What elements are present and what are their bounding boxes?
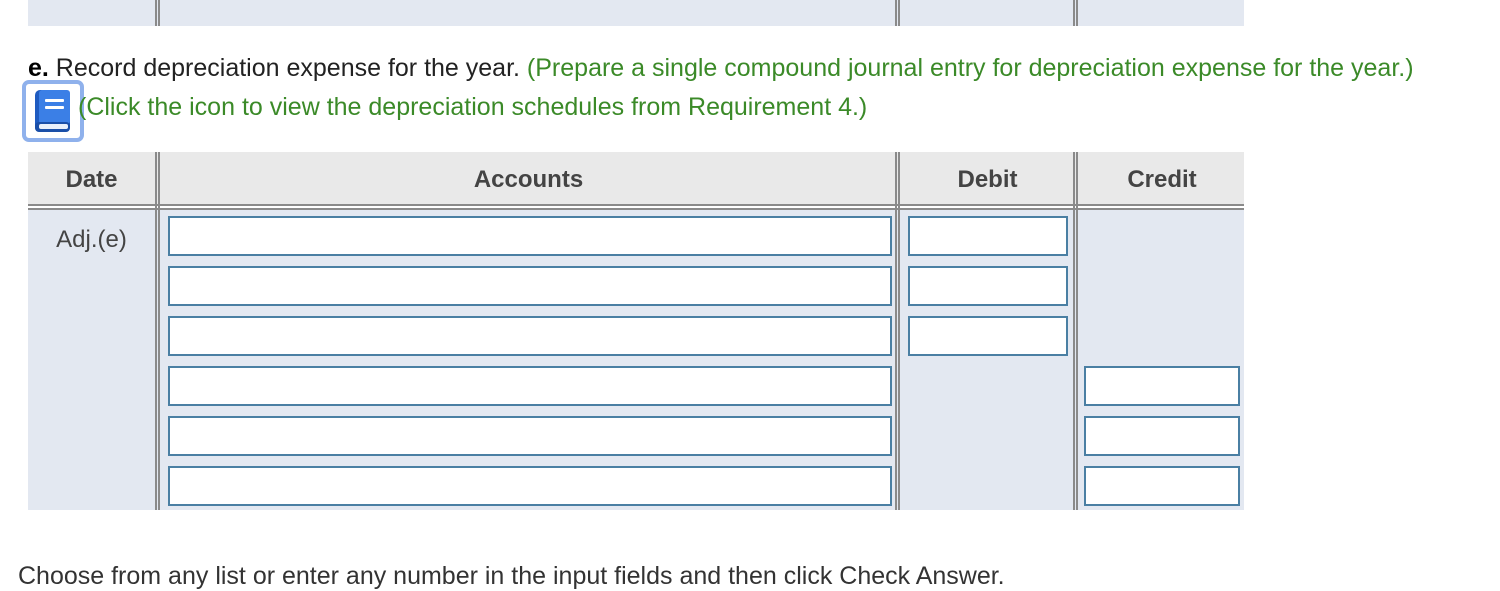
date-column-header: Date <box>65 166 118 193</box>
view-schedules-button[interactable] <box>22 80 84 142</box>
account-input-3[interactable] <box>168 316 892 356</box>
account-input-4[interactable] <box>168 366 892 406</box>
debit-input-1[interactable] <box>908 216 1068 256</box>
column-divider <box>895 152 900 510</box>
previous-table-remnant <box>28 0 1244 26</box>
column-divider <box>1073 152 1078 510</box>
credit-input-2[interactable] <box>1084 416 1240 456</box>
account-input-2[interactable] <box>168 266 892 306</box>
account-input-1[interactable] <box>168 216 892 256</box>
requirement-text: Record depreciation expense for the year… <box>48 54 520 82</box>
credit-column-header: Credit <box>1127 166 1197 193</box>
requirement-hint: (Prepare a single compound journal entry… <box>519 54 1414 82</box>
icon-hint-text: (Click the icon to view the depreciation… <box>78 93 868 121</box>
book-icon <box>35 90 70 132</box>
journal-entry-table: Date Accounts Debit Credit Adj.(e) <box>28 152 1244 510</box>
footer-instruction: Choose from any list or enter any number… <box>18 562 1005 590</box>
credit-input-3[interactable] <box>1084 466 1240 506</box>
requirement-instruction: e. Record depreciation expense for the y… <box>28 53 1414 83</box>
debit-column-header: Debit <box>957 166 1018 193</box>
account-input-6[interactable] <box>168 466 892 506</box>
accounts-column-header: Accounts <box>473 166 584 193</box>
requirement-label: e. <box>28 54 49 82</box>
debit-input-3[interactable] <box>908 316 1068 356</box>
table-header: Date Accounts Debit Credit <box>28 152 1244 204</box>
entry-date-label: Adj.(e) <box>56 226 127 253</box>
column-divider <box>155 152 160 510</box>
credit-input-1[interactable] <box>1084 366 1240 406</box>
account-input-5[interactable] <box>168 416 892 456</box>
debit-input-2[interactable] <box>908 266 1068 306</box>
